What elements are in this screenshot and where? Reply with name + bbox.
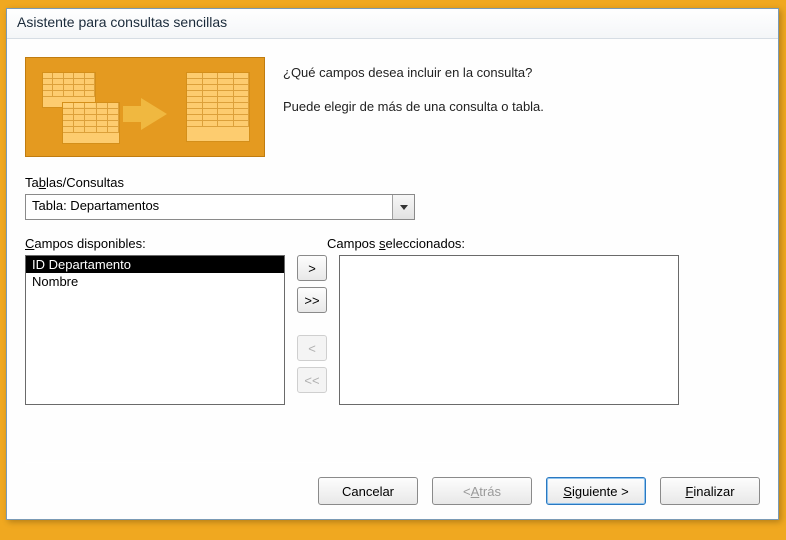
list-labels: Campos disponibles: Campos seleccionados… (25, 236, 760, 251)
tables-combobox-value: Tabla: Departamentos (26, 195, 392, 219)
intro-row: ¿Qué campos desea incluir en la consulta… (25, 57, 760, 157)
wizard-dialog: Asistente para consultas sencillas ¿Qué … (6, 8, 779, 520)
footer-buttons: Cancelar < Atrás Siguiente > Finalizar (318, 477, 760, 505)
cancel-button[interactable]: Cancelar (318, 477, 418, 505)
separator (25, 462, 760, 463)
remove-all-button: << (297, 367, 327, 393)
tables-combobox[interactable]: Tabla: Departamentos (25, 194, 415, 220)
wizard-illustration (25, 57, 265, 157)
selected-fields-listbox[interactable] (339, 255, 679, 405)
list-item[interactable]: ID Departamento (26, 256, 284, 273)
tables-label: Tablas/Consultas (25, 175, 760, 190)
available-fields-listbox[interactable]: ID DepartamentoNombre (25, 255, 285, 405)
intro-line2: Puede elegir de más de una consulta o ta… (283, 97, 544, 117)
chevron-down-icon[interactable] (392, 195, 414, 219)
next-button[interactable]: Siguiente > (546, 477, 646, 505)
intro-line1: ¿Qué campos desea incluir en la consulta… (283, 63, 544, 83)
back-button: < Atrás (432, 477, 532, 505)
remove-button: < (297, 335, 327, 361)
add-button[interactable]: > (297, 255, 327, 281)
dialog-title: Asistente para consultas sencillas (17, 14, 227, 30)
dialog-client: ¿Qué campos desea incluir en la consulta… (7, 39, 778, 519)
finish-button[interactable]: Finalizar (660, 477, 760, 505)
add-all-button[interactable]: >> (297, 287, 327, 313)
fields-row: ID DepartamentoNombre > >> < << (25, 255, 760, 405)
list-item[interactable]: Nombre (26, 273, 284, 290)
intro-text: ¿Qué campos desea incluir en la consulta… (283, 57, 544, 157)
titlebar: Asistente para consultas sencillas (7, 9, 778, 39)
move-buttons: > >> < << (297, 255, 327, 405)
arrow-icon (141, 98, 167, 130)
